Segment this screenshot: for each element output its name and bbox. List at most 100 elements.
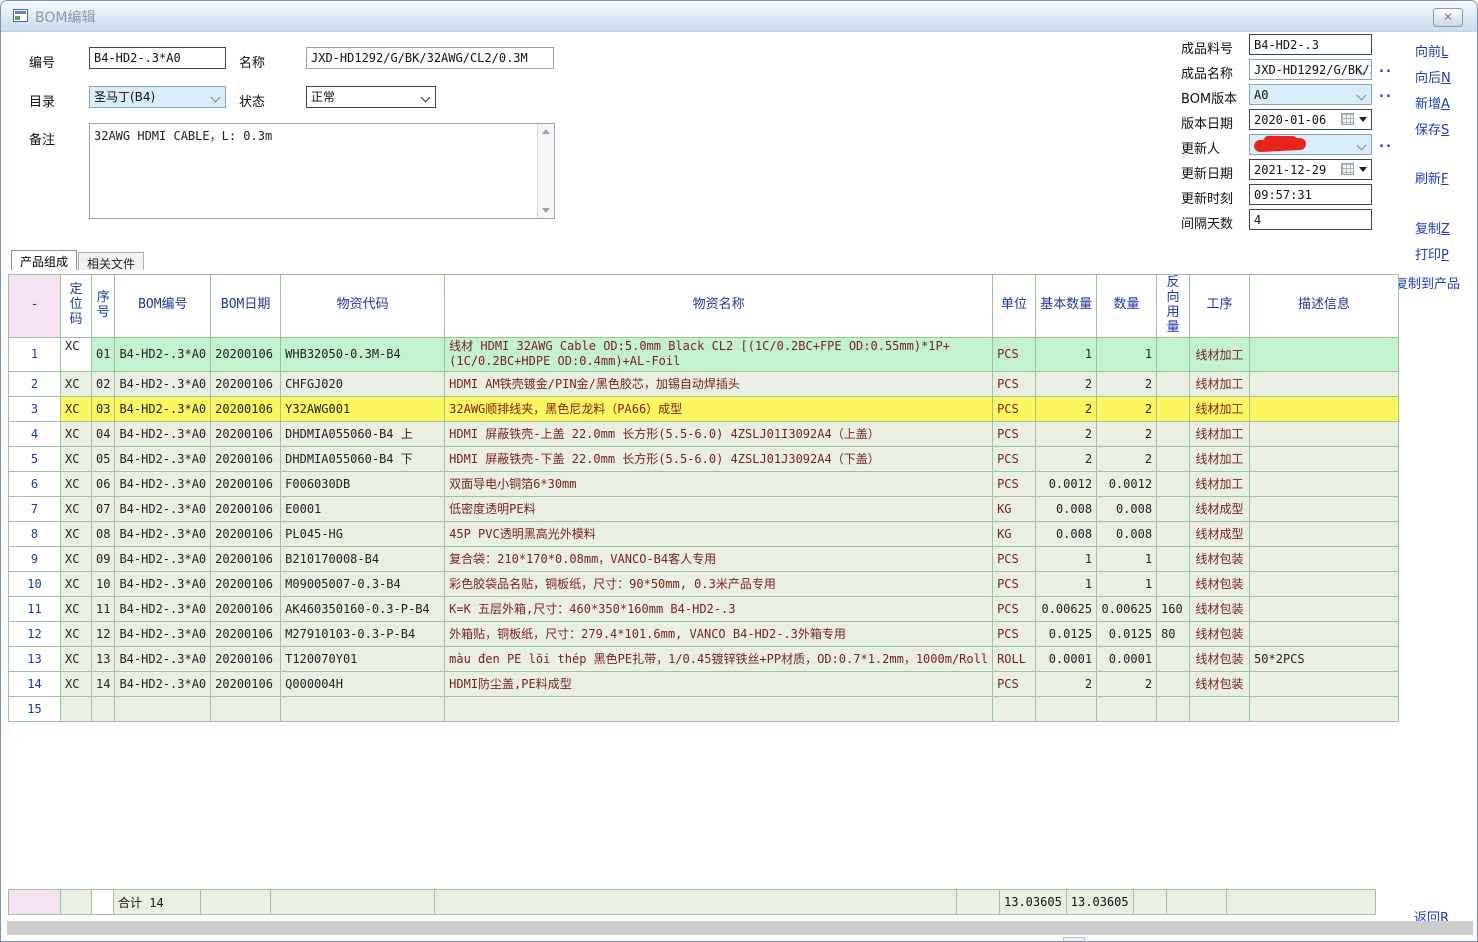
grid-cell[interactable] xyxy=(1097,696,1157,721)
status-combobox[interactable]: 正常 xyxy=(306,86,436,108)
grid-cell[interactable]: 2 xyxy=(1036,671,1097,696)
grid-cell[interactable]: B4-HD2-.3*A0 xyxy=(115,596,211,621)
grid-cell[interactable]: 0.0012 xyxy=(1097,471,1157,496)
grid-cell[interactable]: 线材包装 xyxy=(1190,671,1250,696)
grid-cell[interactable] xyxy=(1190,696,1250,721)
grid-cell[interactable]: B4-HD2-.3*A0 xyxy=(115,571,211,596)
scroll-down-icon[interactable] xyxy=(542,208,550,213)
grid-cell[interactable] xyxy=(1157,371,1190,396)
grid-cell[interactable]: 07 xyxy=(92,496,115,521)
grid-cell[interactable] xyxy=(1250,396,1399,421)
row-number-cell[interactable]: 15 xyxy=(9,696,61,721)
grid-cell[interactable]: 0.0012 xyxy=(1036,471,1097,496)
grid-cell[interactable]: 20200106 xyxy=(211,396,281,421)
grid-cell[interactable] xyxy=(1250,571,1399,596)
grid-cell[interactable]: B4-HD2-.3*A0 xyxy=(115,496,211,521)
row-number-cell[interactable]: 6 xyxy=(9,471,61,496)
grid-cell[interactable] xyxy=(1250,496,1399,521)
grid-cell[interactable]: 160 xyxy=(1157,596,1190,621)
row-number-cell[interactable]: 9 xyxy=(9,546,61,571)
calendar-icon[interactable] xyxy=(1341,113,1354,125)
grid-cell[interactable]: DHDMIA055060-B4 下 xyxy=(281,446,445,471)
grid-cell[interactable]: 14 xyxy=(92,671,115,696)
grid-cell[interactable]: PCS xyxy=(993,396,1036,421)
grid-cell[interactable] xyxy=(1250,471,1399,496)
grid-cell[interactable]: WHB32050-0.3M-B4 xyxy=(281,337,445,371)
grid-cell[interactable]: 20200106 xyxy=(211,521,281,546)
grid-cell[interactable]: E0001 xyxy=(281,496,445,521)
column-header[interactable]: 单位 xyxy=(993,275,1036,338)
column-header[interactable]: 定位 码 xyxy=(61,275,92,338)
grid-cell[interactable]: 彩色胶袋品名贴，铜板纸，尺寸：90*50mm, 0.3米产品专用 xyxy=(445,571,993,596)
grid-cell[interactable]: PCS xyxy=(993,571,1036,596)
table-row[interactable]: 10XC10B4-HD2-.3*A020200106M09005007-0.3-… xyxy=(9,571,1399,596)
refresh-link[interactable]: 刷新F xyxy=(1415,168,1449,187)
table-row[interactable]: 14XC14B4-HD2-.3*A020200106Q000004HHDMI防尘… xyxy=(9,671,1399,696)
grid-cell[interactable]: M27910103-0.3-P-B4 xyxy=(281,621,445,646)
column-header[interactable]: - xyxy=(9,275,61,338)
interval-days-input[interactable]: 4 xyxy=(1249,209,1372,230)
grid-cell[interactable]: 2 xyxy=(1036,446,1097,471)
grid-cell[interactable] xyxy=(1250,371,1399,396)
table-row[interactable]: 12XC12B4-HD2-.3*A020200106M27910103-0.3-… xyxy=(9,621,1399,646)
grid-cell[interactable]: KG xyxy=(993,521,1036,546)
grid-cell[interactable]: 20200106 xyxy=(211,596,281,621)
column-header[interactable]: 描述信息 xyxy=(1250,275,1399,338)
row-number-cell[interactable]: 4 xyxy=(9,421,61,446)
horizontal-scrollbar[interactable] xyxy=(7,921,1473,935)
grid-cell[interactable]: 12 xyxy=(92,621,115,646)
table-row[interactable]: 15 xyxy=(9,696,1399,721)
grid-cell[interactable]: 2 xyxy=(1097,371,1157,396)
print-link[interactable]: 打印P xyxy=(1415,244,1449,263)
grid-cell[interactable]: B4-HD2-.3*A0 xyxy=(115,671,211,696)
grid-cell[interactable]: XC xyxy=(61,421,92,446)
grid-cell[interactable]: 05 xyxy=(92,446,115,471)
grid-cell[interactable] xyxy=(211,696,281,721)
row-number-cell[interactable]: 2 xyxy=(9,371,61,396)
grid-cell[interactable]: B4-HD2-.3*A0 xyxy=(115,546,211,571)
row-number-cell[interactable]: 1 xyxy=(9,337,61,371)
save-link[interactable]: 保存S xyxy=(1415,119,1449,138)
grid-cell[interactable]: 0.00625 xyxy=(1097,596,1157,621)
grid-cell[interactable]: 2 xyxy=(1097,446,1157,471)
grid-cell[interactable]: 线材加工 xyxy=(1190,421,1250,446)
grid-cell[interactable]: 线材加工 xyxy=(1190,371,1250,396)
grid-cell[interactable]: PCS xyxy=(993,546,1036,571)
grid-cell[interactable] xyxy=(1157,571,1190,596)
grid-cell[interactable]: 复合袋：210*170*0.08mm，VANCO-B4客人专用 xyxy=(445,546,993,571)
grid-cell[interactable] xyxy=(1157,421,1190,446)
bom-components-grid[interactable]: -定位 码序 号BOM编号BOM日期物资代码物资名称单位基本数量数量反向 用量工… xyxy=(8,274,1399,722)
table-row[interactable]: 5XC05B4-HD2-.3*A020200106DHDMIA055060-B4… xyxy=(9,446,1399,471)
grid-cell[interactable]: 0.008 xyxy=(1036,521,1097,546)
grid-cell[interactable]: B4-HD2-.3*A0 xyxy=(115,371,211,396)
copy-to-product-link[interactable]: 复制到产品 xyxy=(1395,273,1460,292)
grid-cell[interactable]: 0.0125 xyxy=(1036,621,1097,646)
row-number-cell[interactable]: 10 xyxy=(9,571,61,596)
grid-cell[interactable]: 20200106 xyxy=(211,371,281,396)
copy-link[interactable]: 复制Z xyxy=(1415,218,1450,237)
grid-cell[interactable]: 线材加工 xyxy=(1190,337,1250,371)
grid-cell[interactable]: B4-HD2-.3*A0 xyxy=(115,337,211,371)
grid-cell[interactable]: 20200106 xyxy=(211,546,281,571)
grid-cell[interactable]: 04 xyxy=(92,421,115,446)
grid-cell[interactable]: 线材加工 xyxy=(1190,471,1250,496)
row-number-cell[interactable]: 5 xyxy=(9,446,61,471)
grid-cell[interactable]: 1 xyxy=(1097,546,1157,571)
grid-cell[interactable]: 2 xyxy=(1097,396,1157,421)
grid-cell[interactable]: XC xyxy=(61,521,92,546)
column-header[interactable]: BOM编号 xyxy=(115,275,211,338)
grid-cell[interactable]: 线材 HDMI 32AWG Cable OD:5.0mm Black CL2 [… xyxy=(445,337,993,371)
grid-cell[interactable] xyxy=(1036,696,1097,721)
grid-cell[interactable]: HDMI 屏蔽铁壳-上盖 22.0mm 长方形(5.5-6.0) 4ZSLJ01… xyxy=(445,421,993,446)
grid-cell[interactable]: B4-HD2-.3*A0 xyxy=(115,621,211,646)
product-name-more-button[interactable]: .. xyxy=(1379,61,1393,76)
table-row[interactable]: 13XC13B4-HD2-.3*A020200106T120070Y01màu … xyxy=(9,646,1399,671)
grid-cell[interactable] xyxy=(92,696,115,721)
grid-cell[interactable]: 09 xyxy=(92,546,115,571)
grid-cell[interactable]: 10 xyxy=(92,571,115,596)
title-bar[interactable]: BOM编辑 ✕ xyxy=(1,1,1477,32)
grid-cell[interactable]: 2 xyxy=(1097,671,1157,696)
column-header[interactable]: 物资名称 xyxy=(445,275,993,338)
grid-cell[interactable]: DHDMIA055060-B4 上 xyxy=(281,421,445,446)
grid-cell[interactable]: 20200106 xyxy=(211,496,281,521)
